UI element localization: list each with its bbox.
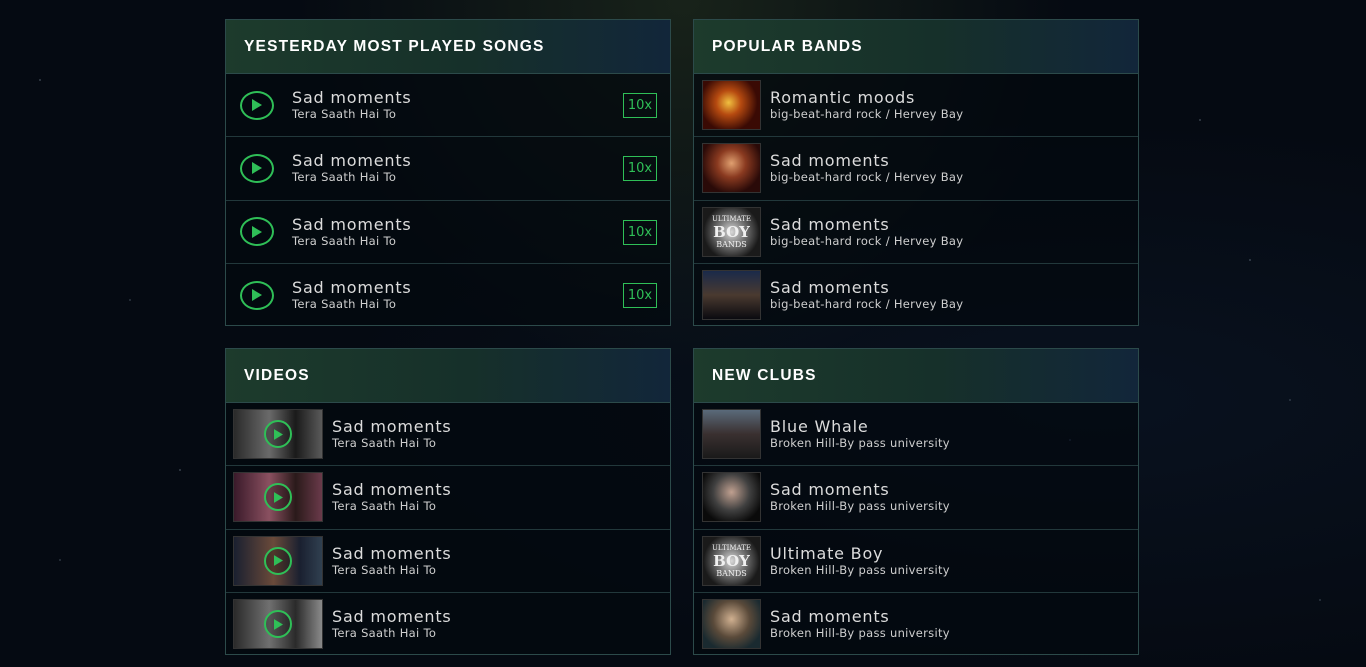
play-icon[interactable] — [264, 483, 292, 512]
club-subtitle: Broken Hill-By pass university — [770, 499, 950, 514]
video-subtitle: Tera Saath Hai To — [332, 562, 437, 577]
club-subtitle: Broken Hill-By pass university — [770, 436, 950, 451]
song-title[interactable]: Sad moments — [292, 88, 412, 107]
play-count-badge: 10x — [623, 156, 657, 182]
starfield-background — [0, 0, 1366, 667]
song-subtitle: Tera Saath Hai To — [292, 170, 397, 185]
song-row[interactable]: Sad moments Tera Saath Hai To 10x — [226, 137, 670, 201]
ultimate-boy-bands-logo: ULTIMATE BOY BANDS — [711, 543, 752, 578]
band-title[interactable]: Romantic moods — [770, 88, 963, 107]
band-photo[interactable] — [702, 143, 761, 194]
most-played-songs-panel: YESTERDAY MOST PLAYED SONGS Sad moments … — [225, 19, 671, 326]
band-title[interactable]: Sad moments — [770, 278, 963, 297]
popular-bands-panel: POPULAR BANDS Romantic moods big-beat-ha… — [693, 19, 1139, 326]
club-photo[interactable] — [702, 599, 761, 650]
club-title[interactable]: Sad moments — [770, 607, 950, 626]
videos-panel: VIDEOS Sad moments Tera Saath Hai To Sad… — [225, 348, 671, 655]
video-title[interactable]: Sad moments — [332, 544, 452, 563]
video-row[interactable]: Sad moments Tera Saath Hai To — [226, 593, 670, 656]
play-icon[interactable] — [240, 280, 274, 310]
song-subtitle: Tera Saath Hai To — [292, 107, 397, 122]
video-title[interactable]: Sad moments — [332, 607, 452, 626]
song-row[interactable]: Sad moments Tera Saath Hai To 10x — [226, 201, 670, 264]
video-title[interactable]: Sad moments — [332, 480, 452, 499]
panel-heading: NEW CLUBS — [694, 349, 1138, 403]
song-title[interactable]: Sad moments — [292, 151, 412, 170]
video-thumbnail[interactable] — [233, 599, 323, 650]
band-row[interactable]: ULTIMATE BOY BANDS Sad moments big-beat-… — [694, 201, 1138, 264]
club-subtitle: Broken Hill-By pass university — [770, 562, 950, 577]
play-icon[interactable] — [240, 153, 274, 183]
panel-heading: VIDEOS — [226, 349, 670, 403]
play-count-badge: 10x — [623, 219, 657, 245]
video-title[interactable]: Sad moments — [332, 417, 452, 436]
club-row[interactable]: ULTIMATE BOY BANDS Ultimate Boy Broken H… — [694, 530, 1138, 593]
panel-heading: POPULAR BANDS — [694, 20, 1138, 74]
video-row[interactable]: Sad moments Tera Saath Hai To — [226, 530, 670, 593]
band-photo[interactable] — [702, 270, 761, 321]
band-subtitle: big-beat-hard rock / Hervey Bay — [770, 297, 964, 312]
play-icon[interactable] — [264, 610, 292, 639]
video-subtitle: Tera Saath Hai To — [332, 499, 437, 514]
club-photo[interactable] — [702, 472, 761, 523]
band-subtitle: big-beat-hard rock / Hervey Bay — [770, 233, 964, 248]
club-logo-image[interactable]: ULTIMATE BOY BANDS — [702, 535, 761, 586]
club-photo[interactable] — [702, 409, 761, 460]
video-row[interactable]: Sad moments Tera Saath Hai To — [226, 466, 670, 530]
band-subtitle: big-beat-hard rock / Hervey Bay — [770, 170, 964, 185]
play-icon[interactable] — [264, 546, 292, 575]
band-row[interactable]: Sad moments big-beat-hard rock / Hervey … — [694, 137, 1138, 201]
band-title[interactable]: Sad moments — [770, 151, 963, 170]
video-subtitle: Tera Saath Hai To — [332, 626, 437, 641]
song-subtitle: Tera Saath Hai To — [292, 233, 397, 248]
club-subtitle: Broken Hill-By pass university — [770, 626, 950, 641]
club-title[interactable]: Sad moments — [770, 480, 950, 499]
band-row[interactable]: Romantic moods big-beat-hard rock / Herv… — [694, 74, 1138, 138]
club-title[interactable]: Ultimate Boy — [770, 544, 950, 563]
play-icon[interactable] — [264, 420, 292, 449]
play-count-badge: 10x — [623, 282, 657, 308]
new-clubs-panel: NEW CLUBS Blue Whale Broken Hill-By pass… — [693, 348, 1139, 655]
ultimate-boy-bands-logo: ULTIMATE BOY BANDS — [711, 214, 752, 249]
band-logo-image[interactable]: ULTIMATE BOY BANDS — [702, 206, 761, 257]
video-subtitle: Tera Saath Hai To — [332, 436, 437, 451]
song-subtitle: Tera Saath Hai To — [292, 297, 397, 312]
band-subtitle: big-beat-hard rock / Hervey Bay — [770, 107, 964, 122]
song-row[interactable]: Sad moments Tera Saath Hai To 10x — [226, 74, 670, 138]
play-count-badge: 10x — [623, 93, 657, 118]
panel-heading: YESTERDAY MOST PLAYED SONGS — [226, 20, 670, 74]
video-thumbnail[interactable] — [233, 409, 323, 460]
band-title[interactable]: Sad moments — [770, 215, 963, 234]
club-title[interactable]: Blue Whale — [770, 417, 950, 436]
club-row[interactable]: Sad moments Broken Hill-By pass universi… — [694, 466, 1138, 530]
band-photo[interactable] — [702, 80, 761, 131]
song-title[interactable]: Sad moments — [292, 278, 412, 297]
club-row[interactable]: Sad moments Broken Hill-By pass universi… — [694, 593, 1138, 656]
song-row[interactable]: Sad moments Tera Saath Hai To 10x — [226, 264, 670, 327]
video-row[interactable]: Sad moments Tera Saath Hai To — [226, 403, 670, 467]
play-icon[interactable] — [240, 90, 274, 120]
band-row[interactable]: Sad moments big-beat-hard rock / Hervey … — [694, 264, 1138, 327]
video-thumbnail[interactable] — [233, 472, 323, 523]
video-thumbnail[interactable] — [233, 535, 323, 586]
play-icon[interactable] — [240, 217, 274, 247]
song-title[interactable]: Sad moments — [292, 215, 412, 234]
club-row[interactable]: Blue Whale Broken Hill-By pass universit… — [694, 403, 1138, 467]
